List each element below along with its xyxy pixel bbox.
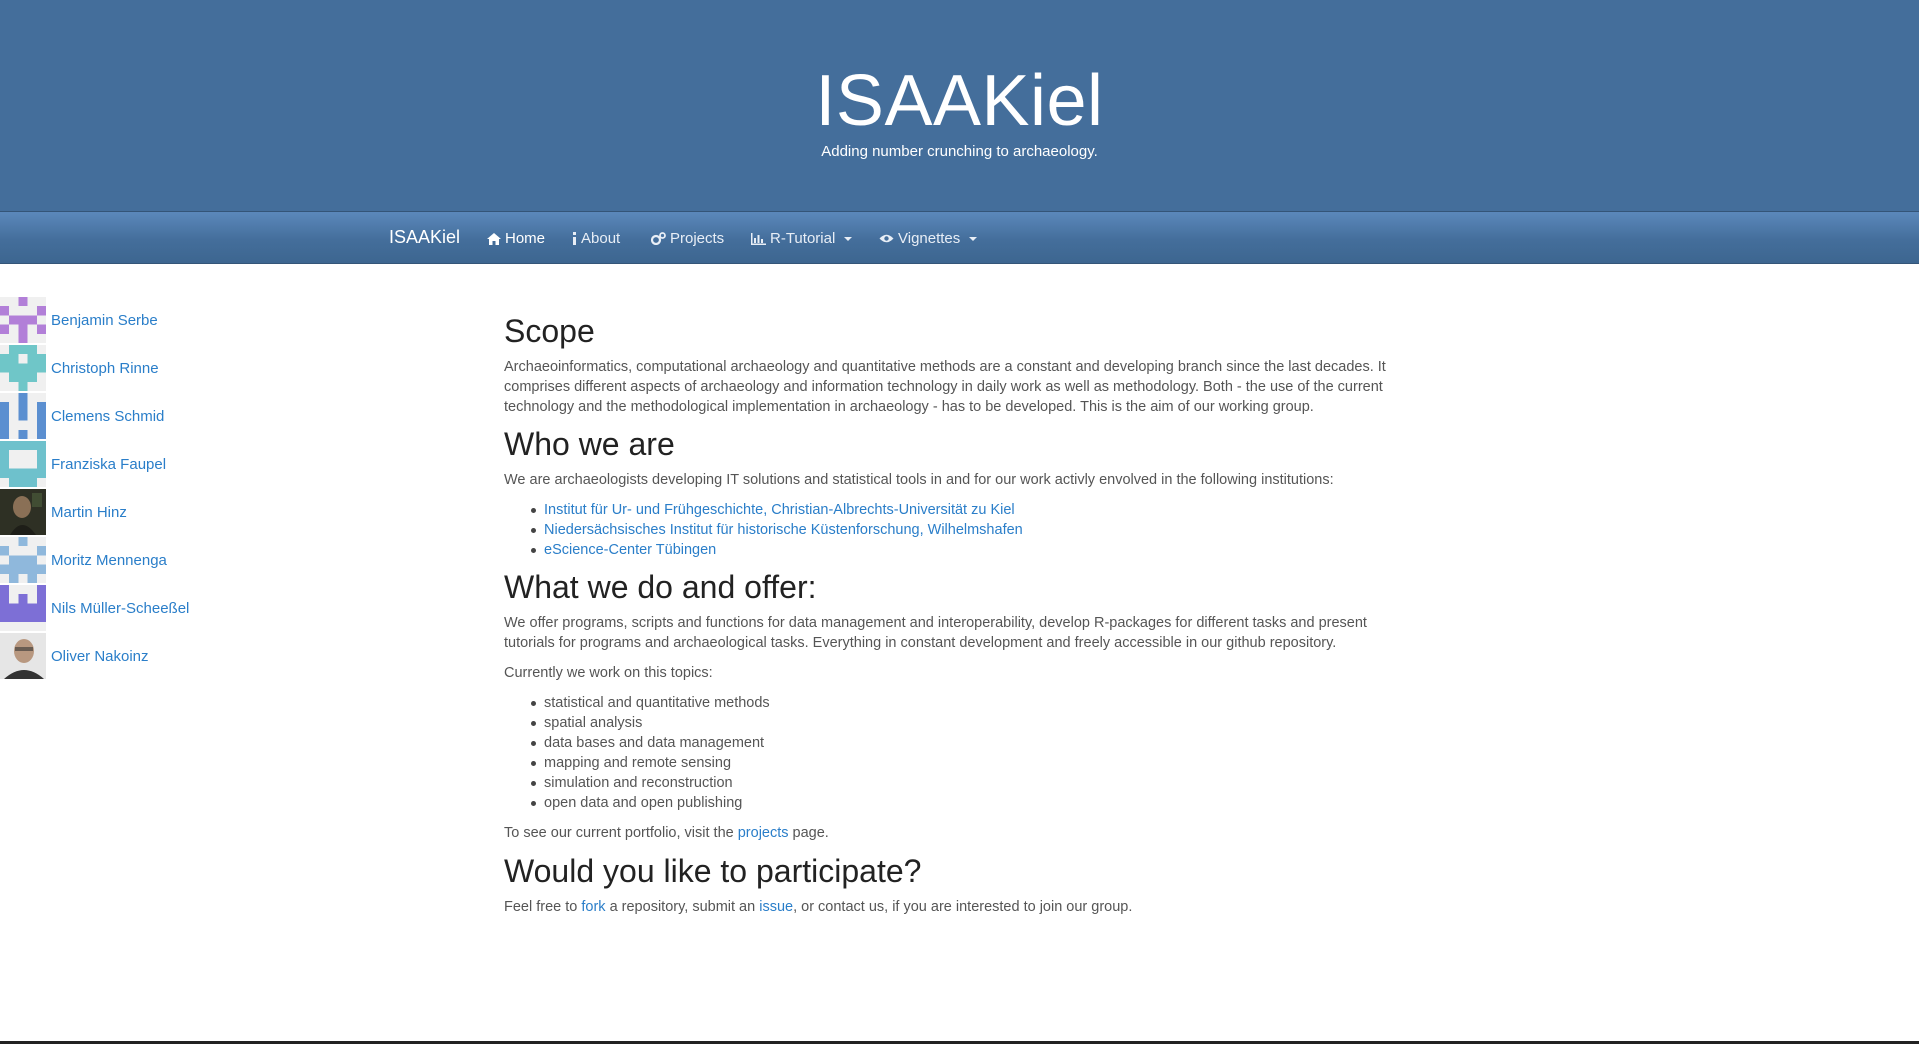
participate-text: Feel free to fork a repository, submit a… [504,897,1404,917]
person-link[interactable]: Oliver Nakoinz [51,648,149,665]
person-item: Moritz Mennenga [0,536,167,584]
list-item: Niedersächsisches Institut für historisc… [531,520,1444,540]
scope-text: Archaeoinformatics, computational archae… [504,359,1386,415]
navbar: ISAAKiel Home About Projects R-Tutorial [0,211,1919,264]
nav-home-label: Home [505,230,546,247]
person-link[interactable]: Franziska Faupel [51,456,166,473]
participate-post: , or contact us, if you are interested t… [793,899,1133,915]
what-text: We offer programs, scripts and functions… [504,615,1367,651]
nav-vignettes[interactable]: Vignettes [879,230,978,247]
list-item: Institut für Ur- und Frühgeschichte, Chr… [531,500,1444,520]
list-item: eScience-Center Tübingen [531,540,1444,560]
avatar [0,345,46,391]
list-item: data bases and data management [531,733,1444,753]
site-title: ISAAKiel [815,61,1104,141]
list-item: mapping and remote sensing [531,753,1444,773]
person-link[interactable]: Benjamin Serbe [51,312,158,329]
topics-intro: Currently we work on this topics: [504,665,713,681]
institution-link[interactable]: Niedersächsisches Institut für historisc… [544,522,1023,538]
participate-mid: a repository, submit an [605,899,760,915]
person-item: Clemens Schmid [0,392,164,440]
person-item: Franziska Faupel [0,440,166,488]
list-item: simulation and reconstruction [531,773,1444,793]
chevron-down-icon [844,236,853,241]
portfolio-post: page. [788,825,829,841]
person-link[interactable]: Nils Müller-Scheeßel [51,600,189,617]
person-link[interactable]: Christoph Rinne [51,360,159,377]
avatar [0,585,46,631]
avatar [0,441,46,487]
projects-link[interactable]: projects [738,825,789,841]
person-item: Benjamin Serbe [0,296,158,344]
eye-icon [879,234,894,243]
person-link[interactable]: Martin Hinz [51,504,127,521]
nav-projects[interactable]: Projects [651,230,724,247]
person-item: Christoph Rinne [0,344,159,392]
chevron-down-icon [969,236,978,241]
info-icon [573,232,576,245]
person-link[interactable]: Moritz Mennenga [51,552,167,569]
list-item: statistical and quantitative methods [531,693,1444,713]
avatar [0,489,46,535]
nav-vignettes-label: Vignettes [898,230,961,247]
avatar [0,633,46,679]
gears-icon [651,232,666,245]
fork-link[interactable]: fork [581,899,605,915]
who-text: We are archaeologists developing IT solu… [504,472,1334,488]
nav-projects-label: Projects [670,230,725,247]
issue-link[interactable]: issue [759,899,793,915]
institution-list: Institut für Ur- und Frühgeschichte, Chr… [504,500,1444,560]
avatar [0,537,46,583]
nav-r-tutorial-label: R-Tutorial [770,230,836,247]
what-heading: What we do and offer: [504,569,817,605]
nav-about[interactable]: About [572,230,620,247]
person-item: Martin Hinz [0,488,127,536]
portfolio-pre: To see our current portfolio, visit the [504,825,738,841]
scope-heading: Scope [504,313,595,349]
institution-link[interactable]: Institut für Ur- und Frühgeschichte, Chr… [544,502,1015,518]
participate-heading: Would you like to participate? [504,853,922,889]
list-item: spatial analysis [531,713,1444,733]
nav-about-label: About [581,230,621,247]
topics-list: statistical and quantitative methods spa… [504,693,1444,813]
who-heading: Who we are [504,426,675,462]
avatar [0,393,46,439]
list-item: open data and open publishing [531,793,1444,813]
navbar-brand[interactable]: ISAAKiel [389,227,460,248]
person-link[interactable]: Clemens Schmid [51,408,164,425]
bar-chart-icon [751,232,766,245]
nav-r-tutorial[interactable]: R-Tutorial [751,230,853,247]
site-header: ISAAKiel Adding number crunching to arch… [0,0,1919,211]
home-icon [487,232,501,245]
institution-link[interactable]: eScience-Center Tübingen [544,542,716,558]
participate-pre: Feel free to [504,899,582,915]
site-subtitle: Adding number crunching to archaeology. [821,143,1098,160]
avatar [0,297,46,343]
person-item: Nils Müller-Scheeßel [0,584,189,632]
person-item: Oliver Nakoinz [0,632,149,680]
nav-home[interactable]: Home [487,230,545,247]
portfolio-text: To see our current portfolio, visit the … [504,823,1404,843]
